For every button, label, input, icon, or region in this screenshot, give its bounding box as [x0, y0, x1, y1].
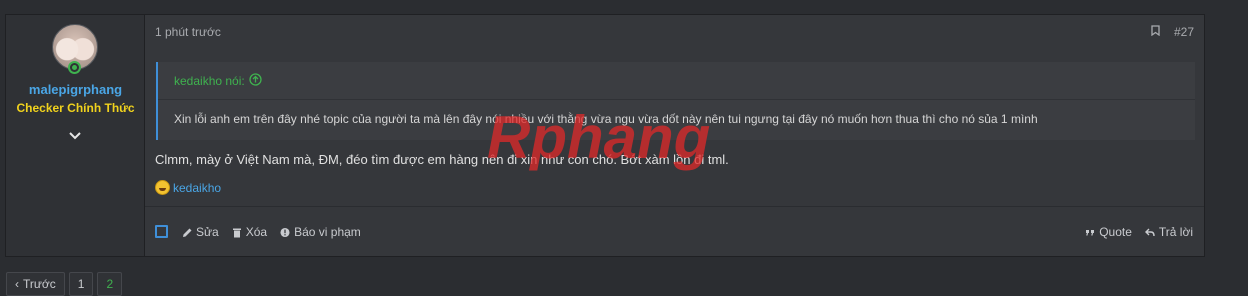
quote-icon	[1086, 229, 1095, 236]
edit-label: Sửa	[196, 225, 219, 239]
edit-button[interactable]: Sửa	[182, 225, 219, 239]
reactions-bar[interactable]: kedaikho	[155, 180, 221, 195]
post-right-actions: Quote Trả lời	[1085, 225, 1193, 239]
post-left-actions: Sửa Xóa Báo vi phạm	[182, 225, 361, 239]
page-link-2[interactable]: 2	[97, 272, 123, 296]
username-link[interactable]: malepigrphang	[6, 82, 145, 97]
quote-button[interactable]: Quote	[1085, 225, 1132, 239]
online-status-icon	[68, 61, 81, 74]
quote-label: Quote	[1099, 225, 1132, 239]
haha-emoji-icon	[155, 180, 170, 195]
pagination: ‹ Trước 1 2	[6, 272, 123, 296]
reply-label: Trả lời	[1158, 225, 1193, 239]
post-timestamp[interactable]: 1 phút trước	[155, 25, 221, 39]
arrow-up-circle-icon[interactable]	[249, 72, 262, 89]
report-button[interactable]: Báo vi phạm	[280, 225, 361, 239]
select-post-checkbox[interactable]	[155, 225, 168, 238]
post-header-actions: #27	[1151, 25, 1194, 39]
post-number-link[interactable]: #27	[1174, 25, 1194, 39]
bookmark-icon[interactable]	[1151, 25, 1160, 39]
report-label: Báo vi phạm	[294, 225, 361, 239]
forum-post: malepigrphang Checker Chính Thức 1 phút …	[5, 14, 1205, 257]
pencil-icon	[183, 228, 192, 237]
delete-label: Xóa	[245, 225, 268, 239]
user-title: Checker Chính Thức	[16, 101, 135, 115]
post-main: 1 phút trước #27 kedaikho nói: Xin lỗi a…	[145, 15, 1204, 256]
chevron-down-icon[interactable]	[66, 128, 84, 144]
reply-icon	[1144, 228, 1155, 236]
delete-button[interactable]: Xóa	[232, 225, 267, 239]
page-link-1[interactable]: 1	[68, 272, 94, 296]
quote-author[interactable]: kedaikho nói:	[174, 74, 245, 88]
quote-block: kedaikho nói: Xin lỗi anh em trên đây nh…	[156, 62, 1195, 140]
alert-circle-icon	[280, 227, 290, 237]
prev-page-button[interactable]: ‹ Trước	[6, 272, 65, 296]
quote-text: Xin lỗi anh em trên đây nhé topic của ng…	[174, 112, 1038, 126]
quote-header[interactable]: kedaikho nói:	[158, 62, 1195, 100]
reply-button[interactable]: Trả lời	[1144, 225, 1193, 239]
post-footer: Sửa Xóa Báo vi phạm Quote Trả lời	[145, 206, 1204, 256]
reaction-user[interactable]: kedaikho	[173, 181, 221, 195]
trash-icon	[232, 228, 241, 237]
user-info-panel: malepigrphang Checker Chính Thức	[6, 15, 145, 256]
post-message: Clmm, mày ở Việt Nam mà, ĐM, đéo tìm đượ…	[155, 152, 729, 167]
